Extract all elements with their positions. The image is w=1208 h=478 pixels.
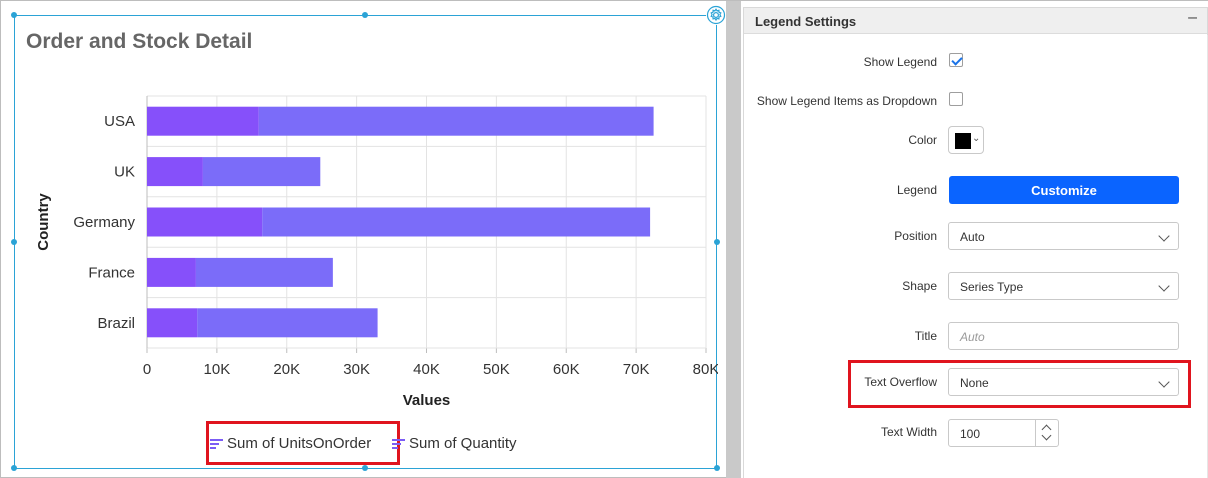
shape-dropdown[interactable]: Series Type — [948, 272, 1179, 300]
chart-widget[interactable]: Order and Stock Detail 0 10K 20K 30K 40K 50K 6… — [14, 15, 718, 469]
x-tick-label: 80K — [693, 361, 718, 378]
chevron-down-icon: ⌄ — [972, 133, 981, 144]
x-tick-label: 30K — [343, 361, 370, 378]
position-dropdown[interactable]: Auto — [948, 222, 1179, 250]
show-legend-dropdown-label: Show Legend Items as Dropdown — [756, 94, 937, 108]
bar-segment — [147, 308, 198, 338]
x-tick-label: 20K — [273, 361, 300, 378]
chevron-down-icon — [1158, 280, 1170, 292]
shape-label: Shape — [902, 279, 937, 293]
text-width-value: 100 — [960, 427, 981, 441]
section-header[interactable]: Legend Settings – — [744, 8, 1207, 34]
show-legend-label: Show Legend — [863, 55, 937, 69]
bar-segment — [147, 106, 259, 136]
color-swatch — [955, 133, 971, 149]
bar-segment — [202, 157, 321, 187]
dashboard-designer: Order and Stock Detail 0 10K 20K 30K 40K 50K 6… — [0, 0, 1208, 478]
series-type-icon — [392, 438, 405, 450]
bar-chart: 0 10K 20K 30K 40K 50K 60K 70K 80K USA UK Germany Fra… — [35, 95, 718, 409]
bar-segment — [147, 257, 196, 287]
collapse-icon[interactable]: – — [1188, 9, 1197, 27]
chevron-down-icon — [1158, 230, 1170, 242]
legend-label: Legend — [896, 183, 937, 197]
resize-handle-top[interactable] — [362, 12, 368, 18]
legend-item-label: Sum of Quantity — [409, 435, 517, 452]
legend-settings-section: Legend Settings – Show Legend Show Legen… — [743, 7, 1208, 478]
properties-panel: Legend Settings – Show Legend Show Legen… — [741, 1, 1208, 478]
x-axis-title: Values — [403, 392, 451, 409]
title-input[interactable]: Auto — [948, 322, 1179, 350]
y-tick-label: Germany — [73, 214, 135, 231]
position-label: Position — [894, 229, 937, 243]
x-tick-label: 50K — [483, 361, 510, 378]
text-overflow-label: Text Overflow — [864, 375, 937, 389]
resize-handle-left[interactable] — [11, 239, 17, 245]
y-axis-title: Country — [35, 193, 52, 251]
text-width-label: Text Width — [880, 425, 937, 439]
resize-handle-right[interactable] — [714, 239, 720, 245]
chevron-down-icon — [1158, 376, 1170, 388]
y-tick-label: Brazil — [97, 315, 135, 332]
x-tick-label: 0 — [143, 361, 151, 378]
text-overflow-value: None — [960, 376, 989, 390]
y-tick-label: France — [88, 264, 135, 281]
title-placeholder: Auto — [960, 330, 985, 344]
bar-segment — [195, 257, 333, 287]
panel-splitter[interactable] — [726, 1, 741, 478]
bar-segment — [147, 157, 203, 187]
resize-handle-bottom-left[interactable] — [11, 465, 17, 471]
color-label: Color — [908, 133, 937, 147]
legend-item-label: Sum of UnitsOnOrder — [227, 435, 372, 452]
series-type-icon — [210, 438, 223, 450]
legend-item-quantity[interactable]: Sum of Quantity — [392, 435, 517, 452]
resize-handle-bottom[interactable] — [362, 465, 368, 471]
text-width-stepper[interactable]: 100 — [948, 419, 1059, 447]
x-tick-label: 40K — [413, 361, 440, 378]
position-value: Auto — [960, 230, 985, 244]
y-tick-label: USA — [104, 113, 135, 130]
customize-button[interactable]: Customize — [949, 176, 1179, 204]
shape-value: Series Type — [960, 280, 1024, 294]
bar-segment — [258, 106, 654, 136]
y-tick-label: UK — [114, 164, 135, 181]
show-legend-checkbox[interactable] — [949, 53, 963, 67]
resize-handle-bottom-right[interactable] — [714, 465, 720, 471]
section-title: Legend Settings — [755, 14, 857, 29]
x-tick-label: 70K — [623, 361, 650, 378]
gear-icon[interactable] — [706, 5, 726, 25]
title-label: Title — [914, 329, 937, 343]
bar-segment — [197, 308, 378, 338]
legend-item-units-on-order[interactable]: Sum of UnitsOnOrder — [210, 435, 371, 452]
stepper-buttons[interactable] — [1035, 420, 1058, 446]
bar-segment — [262, 207, 651, 237]
resize-handle-top-left[interactable] — [11, 12, 17, 18]
text-overflow-dropdown[interactable]: None — [948, 368, 1179, 396]
x-tick-label: 60K — [553, 361, 580, 378]
show-legend-dropdown-checkbox[interactable] — [949, 92, 963, 106]
chevron-down-icon[interactable] — [1041, 430, 1052, 441]
x-tick-label: 10K — [204, 361, 231, 378]
bar-segment — [147, 207, 263, 237]
color-picker[interactable]: ⌄ — [948, 126, 984, 154]
